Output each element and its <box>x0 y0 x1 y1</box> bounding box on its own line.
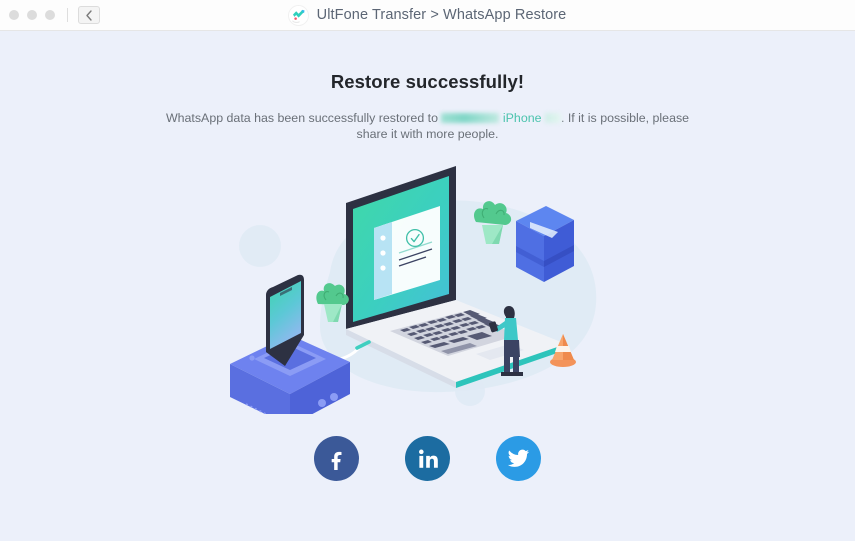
share-twitter-button[interactable] <box>496 436 541 481</box>
traffic-light-controls[interactable] <box>0 10 55 20</box>
minimize-window-button[interactable] <box>27 10 37 20</box>
page-title: Restore successfully! <box>330 71 525 92</box>
window-titlebar: UltFone Transfer > WhatsApp Restore <box>0 0 855 31</box>
close-window-button[interactable] <box>9 10 19 20</box>
titlebar-divider <box>67 8 68 22</box>
app-window: UltFone Transfer > WhatsApp Restore Rest… <box>0 0 855 541</box>
zoom-window-button[interactable] <box>45 10 55 20</box>
ultfone-logo-icon <box>288 5 308 25</box>
file-box <box>515 206 574 282</box>
facebook-icon <box>326 448 348 470</box>
back-button[interactable] <box>78 6 100 24</box>
decorative-circle-left <box>238 225 281 267</box>
window-title: UltFone Transfer > WhatsApp Restore <box>316 7 567 23</box>
result-description: WhatsApp data has been successfully rest… <box>155 110 701 142</box>
linkedin-icon <box>417 448 439 470</box>
social-share-buttons <box>314 436 541 481</box>
main-content: Restore successfully! WhatsApp data has … <box>0 31 855 541</box>
chevron-left-icon <box>85 9 93 21</box>
redacted-device-suffix <box>544 113 561 123</box>
device-model-label: iPhone <box>502 111 542 125</box>
share-linkedin-button[interactable] <box>405 436 450 481</box>
redacted-device-name <box>441 113 500 123</box>
share-facebook-button[interactable] <box>314 436 359 481</box>
titlebar-title-group: UltFone Transfer > WhatsApp Restore <box>0 0 855 30</box>
success-illustration <box>218 154 638 414</box>
description-prefix: WhatsApp data has been successfully rest… <box>165 111 438 125</box>
twitter-icon <box>507 447 530 470</box>
